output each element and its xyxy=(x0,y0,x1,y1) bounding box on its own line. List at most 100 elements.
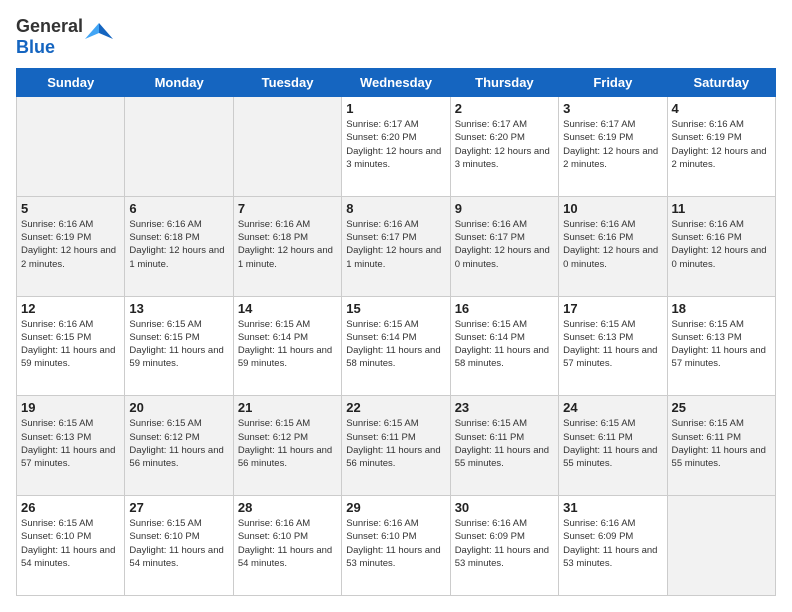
day-info: Sunrise: 6:16 AM Sunset: 6:10 PM Dayligh… xyxy=(346,517,445,570)
day-info: Sunrise: 6:15 AM Sunset: 6:12 PM Dayligh… xyxy=(238,417,337,470)
day-cell xyxy=(125,97,233,197)
day-number: 29 xyxy=(346,500,445,515)
calendar-table: SundayMondayTuesdayWednesdayThursdayFrid… xyxy=(16,68,776,596)
day-number: 31 xyxy=(563,500,662,515)
day-info: Sunrise: 6:16 AM Sunset: 6:09 PM Dayligh… xyxy=(563,517,662,570)
day-info: Sunrise: 6:16 AM Sunset: 6:18 PM Dayligh… xyxy=(238,218,337,271)
week-row-1: 5Sunrise: 6:16 AM Sunset: 6:19 PM Daylig… xyxy=(17,196,776,296)
day-cell: 25 Sunrise: 6:15 AM Sunset: 6:11 PM Dayli… xyxy=(667,396,775,496)
day-info: Sunrise: 6:15 AM Sunset: 6:14 PM Dayligh… xyxy=(346,318,445,371)
day-number: 14 xyxy=(238,301,337,316)
day-cell: 26 Sunrise: 6:15 AM Sunset: 6:10 PM Dayli… xyxy=(17,496,125,596)
day-info: Sunrise: 6:17 AM Sunset: 6:20 PM Dayligh… xyxy=(455,118,554,171)
day-number: 2 xyxy=(455,101,554,116)
day-cell: 23 Sunrise: 6:15 AM Sunset: 6:11 PM Dayli… xyxy=(450,396,558,496)
weekday-header-monday: Monday xyxy=(125,69,233,97)
day-cell: 4 Sunrise: 6:16 AM Sunset: 6:19 PM Daylig… xyxy=(667,97,775,197)
day-cell: 19 Sunrise: 6:15 AM Sunset: 6:13 PM Dayli… xyxy=(17,396,125,496)
day-cell: 30Sunrise: 6:16 AM Sunset: 6:09 PM Dayli… xyxy=(450,496,558,596)
day-info: Sunrise: 6:15 AM Sunset: 6:11 PM Dayligh… xyxy=(563,417,662,470)
day-info: Sunrise: 6:15 AM Sunset: 6:13 PM Dayligh… xyxy=(672,318,771,371)
day-cell: 21 Sunrise: 6:15 AM Sunset: 6:12 PM Dayli… xyxy=(233,396,341,496)
logo-icon xyxy=(85,19,113,47)
day-info: Sunrise: 6:16 AM Sunset: 6:18 PM Dayligh… xyxy=(129,218,228,271)
day-info: Sunrise: 6:15 AM Sunset: 6:11 PM Dayligh… xyxy=(346,417,445,470)
day-info: Sunrise: 6:16 AM Sunset: 6:15 PM Dayligh… xyxy=(21,318,120,371)
day-cell: 8 Sunrise: 6:16 AM Sunset: 6:17 PM Daylig… xyxy=(342,196,450,296)
day-info: Sunrise: 6:15 AM Sunset: 6:10 PM Dayligh… xyxy=(129,517,228,570)
day-number: 15 xyxy=(346,301,445,316)
weekday-row: SundayMondayTuesdayWednesdayThursdayFrid… xyxy=(17,69,776,97)
day-cell: 22 Sunrise: 6:15 AM Sunset: 6:11 PM Dayli… xyxy=(342,396,450,496)
day-cell xyxy=(17,97,125,197)
day-cell: 13 Sunrise: 6:15 AM Sunset: 6:15 PM Dayli… xyxy=(125,296,233,396)
day-cell: 7 Sunrise: 6:16 AM Sunset: 6:18 PM Daylig… xyxy=(233,196,341,296)
day-info: Sunrise: 6:16 AM Sunset: 6:16 PM Dayligh… xyxy=(563,218,662,271)
day-number: 6 xyxy=(129,201,228,216)
day-number: 8 xyxy=(346,201,445,216)
day-info: Sunrise: 6:15 AM Sunset: 6:11 PM Dayligh… xyxy=(455,417,554,470)
day-number: 7 xyxy=(238,201,337,216)
logo-blue: Blue xyxy=(16,37,55,57)
day-info: Sunrise: 6:15 AM Sunset: 6:10 PM Dayligh… xyxy=(21,517,120,570)
day-number: 24 xyxy=(563,400,662,415)
day-cell: 10 Sunrise: 6:16 AM Sunset: 6:16 PM Dayli… xyxy=(559,196,667,296)
day-number: 12 xyxy=(21,301,120,316)
day-number: 30 xyxy=(455,500,554,515)
day-cell: 6 Sunrise: 6:16 AM Sunset: 6:18 PM Daylig… xyxy=(125,196,233,296)
day-info: Sunrise: 6:15 AM Sunset: 6:13 PM Dayligh… xyxy=(563,318,662,371)
day-cell: 5Sunrise: 6:16 AM Sunset: 6:19 PM Daylig… xyxy=(17,196,125,296)
weekday-header-sunday: Sunday xyxy=(17,69,125,97)
weekday-header-thursday: Thursday xyxy=(450,69,558,97)
day-cell: 14 Sunrise: 6:15 AM Sunset: 6:14 PM Dayli… xyxy=(233,296,341,396)
day-number: 21 xyxy=(238,400,337,415)
day-number: 19 xyxy=(21,400,120,415)
day-cell: 18 Sunrise: 6:15 AM Sunset: 6:13 PM Dayli… xyxy=(667,296,775,396)
day-number: 1 xyxy=(346,101,445,116)
day-info: Sunrise: 6:17 AM Sunset: 6:19 PM Dayligh… xyxy=(563,118,662,171)
day-info: Sunrise: 6:16 AM Sunset: 6:16 PM Dayligh… xyxy=(672,218,771,271)
day-cell: 24 Sunrise: 6:15 AM Sunset: 6:11 PM Dayli… xyxy=(559,396,667,496)
day-number: 26 xyxy=(21,500,120,515)
day-number: 18 xyxy=(672,301,771,316)
day-number: 10 xyxy=(563,201,662,216)
day-info: Sunrise: 6:15 AM Sunset: 6:13 PM Dayligh… xyxy=(21,417,120,470)
day-number: 23 xyxy=(455,400,554,415)
day-info: Sunrise: 6:15 AM Sunset: 6:12 PM Dayligh… xyxy=(129,417,228,470)
day-info: Sunrise: 6:16 AM Sunset: 6:19 PM Dayligh… xyxy=(672,118,771,171)
logo-general: General xyxy=(16,16,83,36)
day-info: Sunrise: 6:15 AM Sunset: 6:15 PM Dayligh… xyxy=(129,318,228,371)
week-row-4: 26 Sunrise: 6:15 AM Sunset: 6:10 PM Dayli… xyxy=(17,496,776,596)
day-cell: 3Sunrise: 6:17 AM Sunset: 6:19 PM Daylig… xyxy=(559,97,667,197)
week-row-0: 1 Sunrise: 6:17 AM Sunset: 6:20 PM Daylig… xyxy=(17,97,776,197)
day-cell: 27 Sunrise: 6:15 AM Sunset: 6:10 PM Dayli… xyxy=(125,496,233,596)
day-cell: 17Sunrise: 6:15 AM Sunset: 6:13 PM Dayli… xyxy=(559,296,667,396)
day-info: Sunrise: 6:15 AM Sunset: 6:11 PM Dayligh… xyxy=(672,417,771,470)
day-cell: 20 Sunrise: 6:15 AM Sunset: 6:12 PM Dayli… xyxy=(125,396,233,496)
day-cell: 15 Sunrise: 6:15 AM Sunset: 6:14 PM Dayli… xyxy=(342,296,450,396)
day-number: 9 xyxy=(455,201,554,216)
weekday-header-saturday: Saturday xyxy=(667,69,775,97)
day-number: 25 xyxy=(672,400,771,415)
day-number: 5 xyxy=(21,201,120,216)
logo: General Blue xyxy=(16,16,113,58)
day-number: 13 xyxy=(129,301,228,316)
day-cell: 28Sunrise: 6:16 AM Sunset: 6:10 PM Dayli… xyxy=(233,496,341,596)
week-row-2: 12 Sunrise: 6:16 AM Sunset: 6:15 PM Dayli… xyxy=(17,296,776,396)
day-cell: 12 Sunrise: 6:16 AM Sunset: 6:15 PM Dayli… xyxy=(17,296,125,396)
day-number: 4 xyxy=(672,101,771,116)
day-number: 20 xyxy=(129,400,228,415)
day-number: 27 xyxy=(129,500,228,515)
weekday-header-wednesday: Wednesday xyxy=(342,69,450,97)
logo-text: General Blue xyxy=(16,16,83,58)
day-number: 22 xyxy=(346,400,445,415)
weekday-header-tuesday: Tuesday xyxy=(233,69,341,97)
day-number: 16 xyxy=(455,301,554,316)
day-info: Sunrise: 6:16 AM Sunset: 6:17 PM Dayligh… xyxy=(455,218,554,271)
week-row-3: 19 Sunrise: 6:15 AM Sunset: 6:13 PM Dayli… xyxy=(17,396,776,496)
day-cell: 2 Sunrise: 6:17 AM Sunset: 6:20 PM Daylig… xyxy=(450,97,558,197)
day-number: 28 xyxy=(238,500,337,515)
day-info: Sunrise: 6:16 AM Sunset: 6:17 PM Dayligh… xyxy=(346,218,445,271)
day-cell: 31 Sunrise: 6:16 AM Sunset: 6:09 PM Dayli… xyxy=(559,496,667,596)
day-info: Sunrise: 6:15 AM Sunset: 6:14 PM Dayligh… xyxy=(238,318,337,371)
